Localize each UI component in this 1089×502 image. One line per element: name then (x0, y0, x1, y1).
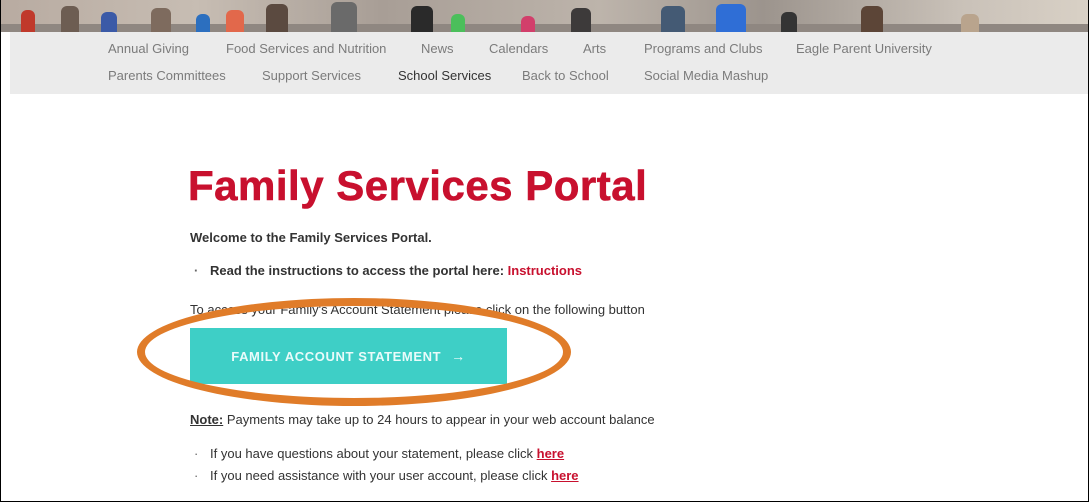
user-account-here-link[interactable]: here (551, 468, 578, 483)
nav-item-support-services[interactable]: Support Services (262, 68, 361, 83)
statement-questions-here-link[interactable]: here (537, 446, 564, 461)
payment-note: Note: Payments may take up to 24 hours t… (190, 412, 655, 427)
access-instructions-text: To access your Family's Account Statemen… (190, 302, 645, 317)
welcome-text: Welcome to the Family Services Portal. (190, 230, 432, 245)
note-text: Payments may take up to 24 hours to appe… (223, 412, 655, 427)
bullet-icon: · (194, 446, 199, 461)
nav-item-calendars[interactable]: Calendars (489, 41, 548, 56)
instructions-text: Read the instructions to access the port… (210, 263, 508, 278)
nav-item-social-media-mashup[interactable]: Social Media Mashup (644, 68, 768, 83)
note-label: Note: (190, 412, 224, 427)
family-account-statement-button[interactable]: FAMILY ACCOUNT STATEMENT → (190, 328, 507, 384)
nav-item-food-services[interactable]: Food Services and Nutrition (226, 41, 386, 56)
nav-item-eagle-parent-university[interactable]: Eagle Parent University (796, 41, 932, 56)
statement-questions-text: If you have questions about your stateme… (210, 446, 537, 461)
hero-banner-image (1, 0, 1088, 32)
nav-item-school-services[interactable]: School Services (398, 68, 491, 83)
arrow-right-icon: → (451, 348, 466, 364)
statement-questions-line: · If you have questions about your statem… (190, 446, 564, 461)
main-navigation: Annual Giving Food Services and Nutritio… (10, 32, 1088, 94)
nav-item-back-to-school[interactable]: Back to School (522, 68, 609, 83)
bullet-icon: · (194, 468, 199, 483)
page-title: Family Services Portal (188, 162, 648, 210)
nav-item-arts[interactable]: Arts (583, 41, 606, 56)
nav-item-news[interactable]: News (421, 41, 454, 56)
page-frame: Annual Giving Food Services and Nutritio… (0, 0, 1089, 502)
instructions-line: · Read the instructions to access the por… (190, 263, 582, 278)
user-account-assistance-line: · If you need assistance with your user a… (190, 468, 579, 483)
user-account-assistance-text: If you need assistance with your user ac… (210, 468, 552, 483)
nav-item-annual-giving[interactable]: Annual Giving (108, 41, 189, 56)
nav-item-parents-committees[interactable]: Parents Committees (108, 68, 226, 83)
nav-item-programs-and-clubs[interactable]: Programs and Clubs (644, 41, 763, 56)
family-account-statement-label: FAMILY ACCOUNT STATEMENT (231, 348, 442, 364)
bullet-icon: · (194, 263, 199, 278)
instructions-link[interactable]: Instructions (508, 263, 582, 278)
